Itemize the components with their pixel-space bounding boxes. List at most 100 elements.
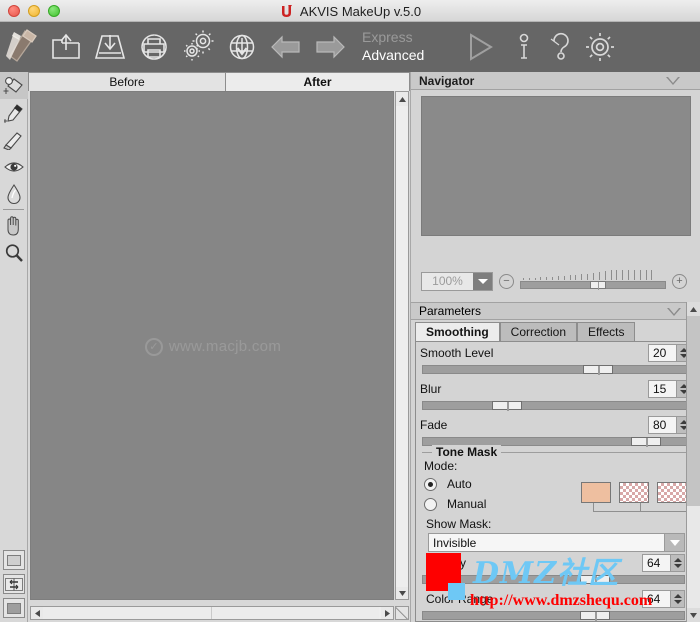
save-image-icon[interactable]: [88, 24, 132, 70]
slider-thumb[interactable]: [579, 611, 610, 621]
color-range-spinbox[interactable]: 64: [642, 590, 685, 608]
color-range-slider[interactable]: [422, 611, 685, 621]
makeup-brush-icon[interactable]: [0, 24, 44, 70]
smooth-level-value: 20: [653, 346, 667, 360]
swatch-empty-1[interactable]: [619, 482, 649, 503]
view-mode-split[interactable]: [3, 574, 25, 594]
swatch-skin-tone[interactable]: [581, 482, 611, 503]
navigator-thumbnail[interactable]: [421, 96, 691, 236]
tab-effects[interactable]: Effects: [577, 322, 636, 341]
presets-gears-icon[interactable]: [176, 24, 220, 70]
params-scroll-up-arrow[interactable]: [687, 302, 700, 316]
show-mask-value: Invisible: [433, 535, 477, 550]
navigator-title: Navigator: [419, 73, 475, 88]
density-spinbox[interactable]: 64: [642, 554, 685, 572]
akvis-logo-icon: [279, 4, 294, 19]
show-mask-combo[interactable]: Invisible: [428, 533, 685, 552]
tab-correction[interactable]: Correction: [499, 322, 578, 341]
param-row-fade: Fade 80: [416, 414, 697, 436]
slider-thumb[interactable]: [583, 365, 614, 375]
scroll-left-arrow[interactable]: [31, 607, 43, 619]
zoom-controls: 100% − +: [421, 270, 693, 292]
parameters-header[interactable]: Parameters: [411, 302, 700, 320]
tab-smoothing[interactable]: Smoothing: [415, 322, 500, 341]
slider-thumb[interactable]: [579, 575, 610, 585]
window-title-group: AKVIS MakeUp v.5.0: [0, 0, 700, 22]
radio-manual[interactable]: Manual: [422, 482, 691, 514]
zoom-slider-thumb[interactable]: [590, 281, 607, 290]
radio-auto-button[interactable]: [424, 477, 437, 491]
slider-thumb[interactable]: [631, 437, 662, 447]
window-title: AKVIS MakeUp v.5.0: [299, 3, 422, 19]
params-scroll-down-arrow[interactable]: [687, 608, 700, 622]
tone-mask-title: Tone Mask: [432, 445, 502, 459]
help-question-icon[interactable]: [542, 24, 580, 70]
fade-spinbox[interactable]: 80: [648, 416, 691, 434]
color-range-stepper[interactable]: [670, 591, 684, 607]
mode-advanced-label[interactable]: Advanced: [362, 46, 454, 65]
tools-sidebar: [0, 72, 28, 622]
image-tabs: Before After: [28, 72, 410, 91]
canvas-horizontal-scrollbar[interactable]: [30, 606, 394, 620]
open-image-icon[interactable]: [44, 24, 88, 70]
tool-eye-brightening[interactable]: [0, 153, 28, 180]
parameters-vertical-scrollbar[interactable]: [686, 302, 700, 622]
info-icon[interactable]: [506, 24, 542, 70]
blur-spinbox[interactable]: 15: [648, 380, 691, 398]
parameters-body: Smooth Level 20 Blur 15 Fade 80 Tone Mas…: [415, 341, 697, 622]
zoom-level-combo[interactable]: 100%: [421, 271, 493, 291]
preferences-gear-icon[interactable]: [580, 24, 620, 70]
density-stepper[interactable]: [670, 555, 684, 571]
print-image-icon[interactable]: [132, 24, 176, 70]
tab-before[interactable]: Before: [28, 72, 226, 91]
density-label: Density: [426, 556, 467, 570]
slider-thumb[interactable]: [492, 401, 523, 411]
blur-slider[interactable]: [422, 401, 691, 411]
tool-hand[interactable]: [0, 212, 28, 239]
tool-whitening-brush[interactable]: [0, 126, 28, 153]
horizontal-scroll-thumb[interactable]: [43, 607, 379, 619]
redo-arrow-icon[interactable]: [308, 24, 352, 70]
param-row-color-range: Color Range 64: [422, 588, 691, 610]
scroll-down-arrow[interactable]: [396, 587, 408, 599]
navigator-header[interactable]: Navigator: [411, 72, 700, 90]
view-mode-single[interactable]: [3, 550, 25, 570]
scroll-up-arrow[interactable]: [396, 92, 408, 106]
tool-drop-blur[interactable]: [0, 180, 28, 207]
swatch-connector: [593, 503, 687, 512]
zoom-level-value: 100%: [432, 274, 463, 288]
chevron-down-icon[interactable]: [473, 272, 492, 290]
parameters-title: Parameters: [419, 304, 482, 318]
zoom-out-button[interactable]: −: [499, 273, 514, 289]
collapse-triangle-icon[interactable]: [667, 308, 681, 316]
view-mode-compare[interactable]: [3, 598, 25, 618]
tab-after[interactable]: After: [226, 72, 410, 91]
window-titlebar: AKVIS MakeUp v.5.0: [0, 0, 700, 22]
undo-arrow-icon[interactable]: [264, 24, 308, 70]
run-play-icon[interactable]: [454, 24, 506, 70]
smooth-level-slider[interactable]: [422, 365, 691, 375]
mode-switch[interactable]: Express Advanced: [362, 24, 454, 70]
zoom-slider[interactable]: [520, 270, 666, 291]
image-canvas[interactable]: ✓ www.macjb.com: [30, 91, 394, 600]
scroll-right-arrow[interactable]: [381, 607, 393, 619]
show-mask-label: Show Mask:: [426, 517, 492, 531]
tool-keep-area[interactable]: [0, 72, 28, 99]
params-scroll-thumb[interactable]: [687, 316, 700, 506]
tool-zoom[interactable]: [0, 239, 28, 266]
publish-web-icon[interactable]: [220, 24, 264, 70]
radio-manual-button[interactable]: [424, 497, 437, 511]
zoom-in-button[interactable]: +: [672, 273, 687, 289]
mode-express-label[interactable]: Express: [362, 29, 454, 46]
fade-label: Fade: [420, 418, 448, 432]
smooth-level-spinbox[interactable]: 20: [648, 344, 691, 362]
resize-corner[interactable]: [395, 606, 409, 620]
canvas-vertical-scrollbar[interactable]: [395, 91, 409, 600]
tool-eyedropper[interactable]: [0, 99, 28, 126]
swatch-empty-2[interactable]: [657, 482, 687, 503]
density-slider[interactable]: [422, 575, 685, 585]
param-row-blur: Blur 15: [416, 378, 697, 400]
param-row-smooth-level: Smooth Level 20: [416, 342, 697, 364]
collapse-triangle-icon[interactable]: [666, 77, 680, 85]
chevron-down-icon[interactable]: [664, 534, 684, 551]
